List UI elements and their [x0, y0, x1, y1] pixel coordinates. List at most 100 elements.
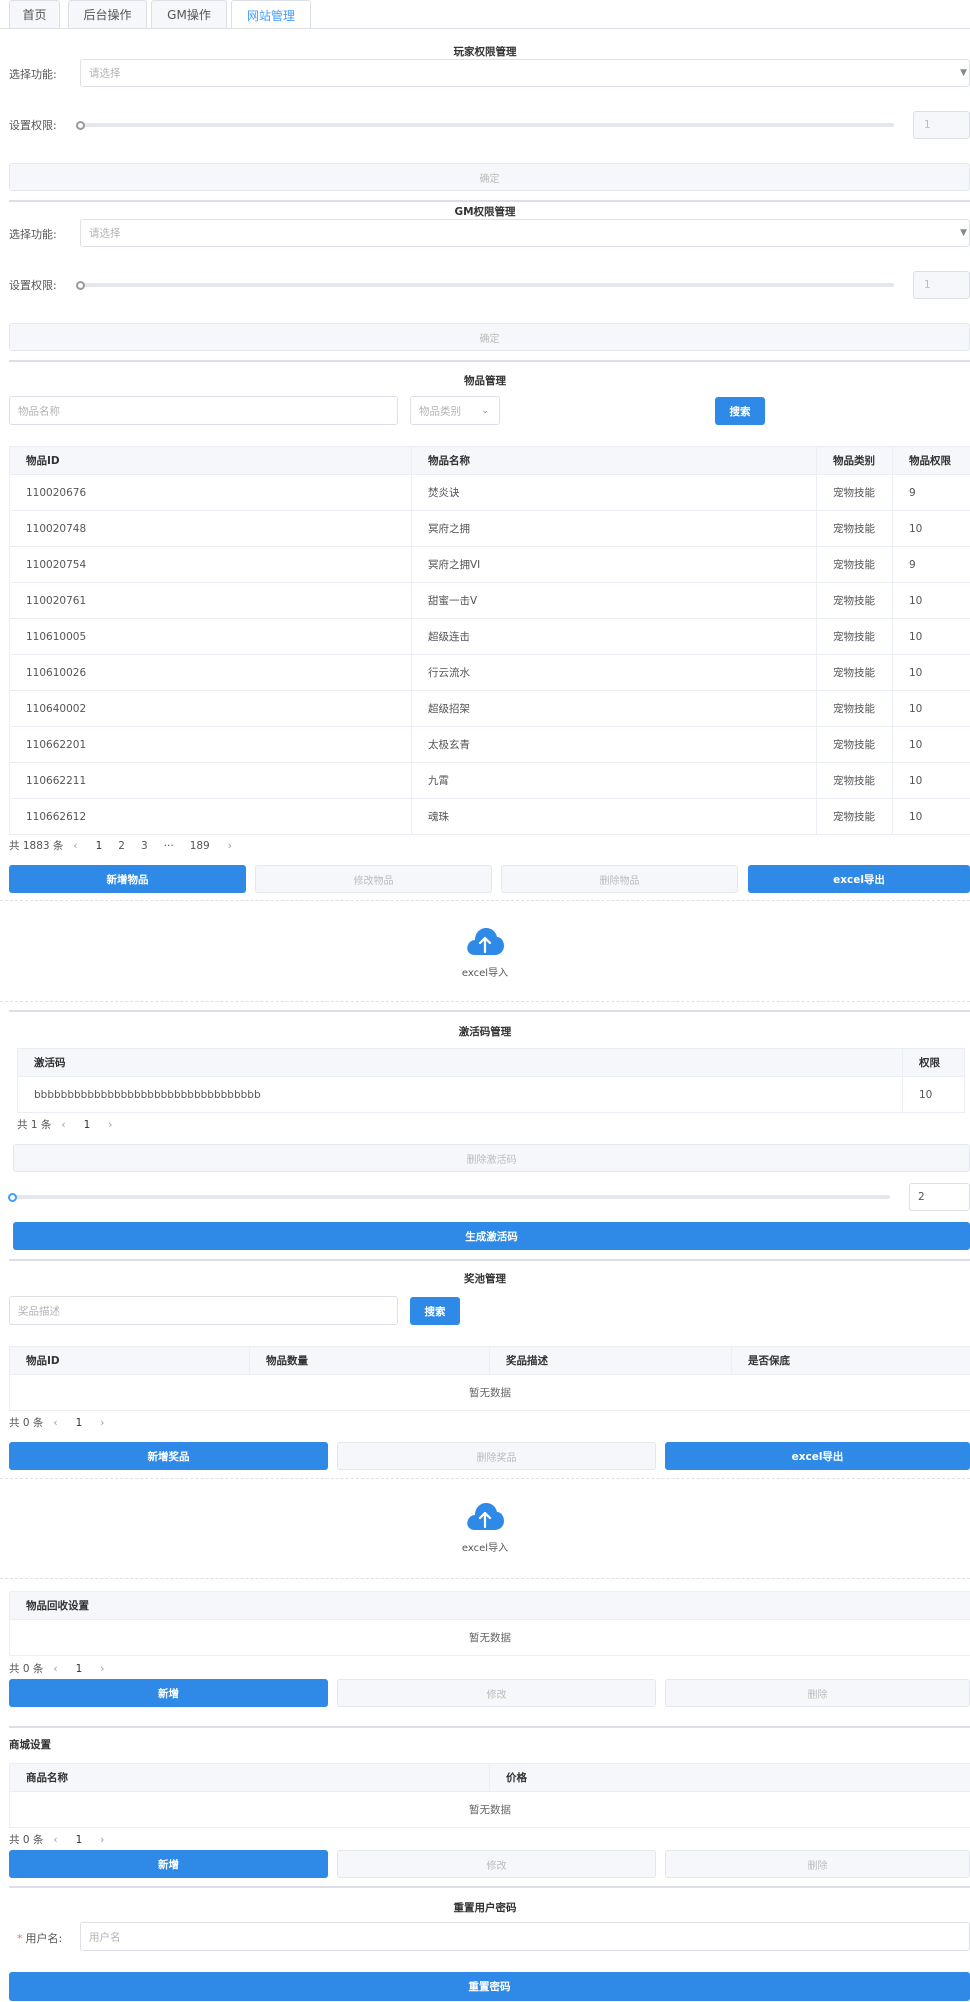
player-perm-confirm-button[interactable]: 确定	[9, 163, 970, 191]
next-page-icon[interactable]: ›	[100, 1663, 104, 1675]
delete-prize-button[interactable]: 删除奖品	[337, 1442, 656, 1470]
next-page-icon[interactable]: ›	[100, 1834, 104, 1846]
next-page-icon[interactable]: ›	[100, 1417, 104, 1429]
page-ellipsis[interactable]: ···	[164, 840, 174, 852]
table-row[interactable]: 110662211 九霄 宠物技能 10	[9, 762, 970, 799]
next-page-icon[interactable]: ›	[228, 840, 232, 852]
edit-item-button[interactable]: 修改物品	[255, 865, 492, 893]
tab-home[interactable]: 首页	[9, 0, 60, 28]
gm-perm-confirm-button[interactable]: 确定	[9, 323, 970, 351]
prev-page-icon[interactable]: ‹	[61, 1119, 65, 1131]
export-items-button[interactable]: excel导出	[748, 865, 970, 893]
recycle-pagination: 共 0 条 ‹ 1 ›	[9, 1661, 114, 1676]
next-page-icon[interactable]: ›	[108, 1119, 112, 1131]
shop-table: 商品名称 价格 暂无数据	[9, 1763, 970, 1828]
player-perm-slider[interactable]	[80, 123, 894, 127]
cell: 魂珠	[411, 798, 817, 835]
gm-perm-slider-thumb[interactable]	[76, 281, 85, 290]
table-row[interactable]: 110610005 超级连击 宠物技能 10	[9, 618, 970, 655]
shop-pagination: 共 0 条 ‹ 1 ›	[9, 1832, 114, 1847]
page-number[interactable]: 1	[76, 1834, 83, 1846]
table-row[interactable]: 110020748 冥府之拥 宠物技能 10	[9, 510, 970, 547]
page-number[interactable]: 3	[141, 840, 148, 852]
cell: 10	[892, 618, 970, 655]
items-excel-import[interactable]: excel导入	[0, 925, 970, 979]
page-number[interactable]: 1	[84, 1119, 91, 1131]
export-prize-button[interactable]: excel导出	[665, 1442, 970, 1470]
page-number[interactable]: 1	[76, 1417, 83, 1429]
cell: 冥府之拥	[411, 510, 817, 547]
delete-code-button[interactable]: 删除激活码	[13, 1144, 970, 1172]
add-item-button[interactable]: 新增物品	[9, 865, 246, 893]
prize-title: 奖池管理	[464, 1273, 506, 1285]
delete-item-button[interactable]: 删除物品	[501, 865, 738, 893]
page-number[interactable]: 2	[118, 840, 125, 852]
cell: 10	[892, 726, 970, 763]
page-number[interactable]: 1	[76, 1663, 83, 1675]
tab-gm[interactable]: GM操作	[151, 0, 227, 28]
code-count-input[interactable]: 2	[909, 1183, 970, 1211]
player-perm-slider-thumb[interactable]	[76, 121, 85, 130]
prize-desc-input[interactable]: 奖品描述	[9, 1296, 398, 1325]
delete-shop-button[interactable]: 删除	[665, 1850, 970, 1878]
table-row[interactable]: 110662201 太极玄青 宠物技能 10	[9, 726, 970, 763]
prev-page-icon[interactable]: ‹	[53, 1834, 57, 1846]
reset-password-button[interactable]: 重置密码	[9, 1972, 970, 2001]
prev-page-icon[interactable]: ‹	[73, 840, 77, 852]
cell: 超级连击	[411, 618, 817, 655]
player-perm-value-input[interactable]: 1	[913, 111, 970, 139]
item-name-input[interactable]: 物品名称	[9, 396, 398, 425]
page-number[interactable]: 189	[190, 840, 210, 852]
gm-function-select[interactable]: 请选择 ▼	[80, 219, 970, 247]
column-header: 物品回收设置	[9, 1591, 970, 1620]
table-row[interactable]: 110020761 甜蜜一击V 宠物技能 10	[9, 582, 970, 619]
code-count-slider[interactable]	[13, 1195, 890, 1199]
gm-perm-value-input[interactable]: 1	[913, 271, 970, 299]
items-table: 物品ID 物品名称 物品类别 物品权限 110020676 焚炎诀 宠物技能 9 11…	[9, 446, 970, 835]
cell: 110640002	[9, 690, 412, 727]
cell: 10	[892, 762, 970, 799]
edit-shop-button[interactable]: 修改	[337, 1850, 656, 1878]
prize-search-button[interactable]: 搜索	[410, 1297, 460, 1325]
cell: bbbbbbbbbbbbbbbbbbbbbbbbbbbbbbbbbb	[17, 1076, 903, 1113]
player-perm-title: 玩家权限管理	[453, 46, 517, 58]
prize-excel-import[interactable]: excel导入	[0, 1500, 970, 1554]
cell: 宠物技能	[816, 762, 893, 799]
item-category-placeholder: 物品类别	[419, 405, 461, 417]
prev-page-icon[interactable]: ‹	[53, 1663, 57, 1675]
item-category-select[interactable]: 物品类别 ⌄	[410, 396, 500, 425]
tab-bar-line	[0, 28, 970, 29]
page-number[interactable]: 1	[96, 840, 103, 852]
cloud-upload-icon	[467, 928, 504, 955]
cell: 110610005	[9, 618, 412, 655]
empty-text: 暂无数据	[9, 1619, 970, 1656]
table-row[interactable]: 110020754 冥府之拥VI 宠物技能 9	[9, 546, 970, 583]
code-count-value: 2	[918, 1191, 925, 1203]
shop-title: 商城设置	[9, 1739, 51, 1751]
delete-recycle-button[interactable]: 删除	[665, 1679, 970, 1707]
cell: 宠物技能	[816, 510, 893, 547]
player-function-select[interactable]: 请选择 ▼	[80, 59, 970, 87]
add-prize-button[interactable]: 新增奖品	[9, 1442, 328, 1470]
add-recycle-button[interactable]: 新增	[9, 1679, 328, 1707]
generate-code-button[interactable]: 生成激活码	[13, 1222, 970, 1250]
required-mark: *	[17, 1932, 23, 1945]
table-row[interactable]: 110610026 行云流水 宠物技能 10	[9, 654, 970, 691]
prize-table: 物品ID 物品数量 奖品描述 是否保底 暂无数据	[9, 1346, 970, 1411]
total-count: 共 0 条	[9, 1663, 44, 1675]
table-row[interactable]: 110020676 焚炎诀 宠物技能 9	[9, 474, 970, 511]
edit-recycle-button[interactable]: 修改	[337, 1679, 656, 1707]
table-header-row: 商品名称 价格	[9, 1763, 970, 1792]
item-search-button[interactable]: 搜索	[715, 397, 765, 425]
code-count-slider-thumb[interactable]	[8, 1193, 17, 1202]
table-row[interactable]: bbbbbbbbbbbbbbbbbbbbbbbbbbbbbbbbbb 10	[17, 1076, 965, 1113]
username-input[interactable]: 用户名	[80, 1922, 970, 1951]
tab-site-admin[interactable]: 网站管理	[231, 0, 311, 29]
section-divider	[9, 1010, 970, 1012]
table-row[interactable]: 110640002 超级招架 宠物技能 10	[9, 690, 970, 727]
gm-perm-slider[interactable]	[80, 283, 894, 287]
prev-page-icon[interactable]: ‹	[53, 1417, 57, 1429]
add-shop-button[interactable]: 新增	[9, 1850, 328, 1878]
table-row[interactable]: 110662612 魂珠 宠物技能 10	[9, 798, 970, 835]
tab-backend[interactable]: 后台操作	[68, 0, 147, 28]
